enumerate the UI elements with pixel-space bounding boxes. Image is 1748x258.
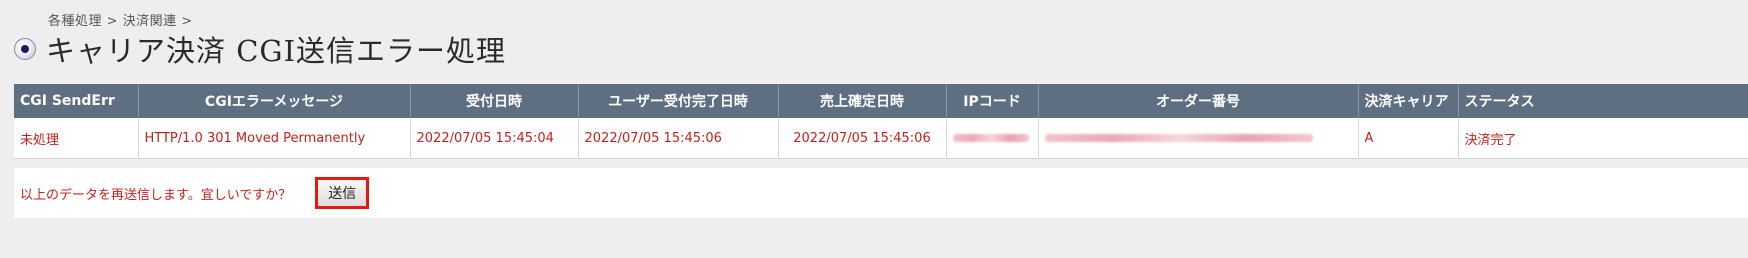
header-status: ステータス <box>1458 84 1748 118</box>
error-table: CGI SendErr CGIエラーメッセージ 受付日時 ユーザー受付完了日時 … <box>14 84 1748 159</box>
cell-sales-confirmed-at: 2022/07/05 15:45:06 <box>778 118 947 159</box>
header-user-completed-at: ユーザー受付完了日時 <box>578 84 779 118</box>
table-container: CGI SendErr CGIエラーメッセージ 受付日時 ユーザー受付完了日時 … <box>14 84 1748 159</box>
cell-cgi-senderr: 未処理 <box>14 118 139 159</box>
table-header-row: CGI SendErr CGIエラーメッセージ 受付日時 ユーザー受付完了日時 … <box>14 84 1748 118</box>
table-row: 未処理 HTTP/1.0 301 Moved Permanently 2022/… <box>14 118 1748 159</box>
title-row: キャリア決済 CGI送信エラー処理 <box>14 28 506 70</box>
cell-received-at: 2022/07/05 15:45:04 <box>410 118 579 159</box>
redacted-ip-code <box>952 134 1029 142</box>
header-sales-confirmed-at: 売上確定日時 <box>778 84 947 118</box>
header-received-at: 受付日時 <box>410 84 579 118</box>
header-order-number: オーダー番号 <box>1038 84 1359 118</box>
cell-ip-code <box>946 118 1039 159</box>
header-cgi-error-message: CGIエラーメッセージ <box>138 84 411 118</box>
confirm-row: 以上のデータを再送信します。宜しいですか？ 送信 <box>14 168 1748 218</box>
breadcrumb: 各種処理 > 決済関連 > <box>48 14 193 29</box>
cell-status: 決済完了 <box>1458 118 1748 159</box>
cell-carrier: A <box>1358 118 1459 159</box>
cell-order-number <box>1038 118 1359 159</box>
cell-cgi-error-message: HTTP/1.0 301 Moved Permanently <box>138 118 411 159</box>
redacted-order-number <box>1044 134 1313 142</box>
cell-user-completed-at: 2022/07/05 15:45:06 <box>578 118 779 159</box>
header-cgi-senderr: CGI SendErr <box>14 84 139 118</box>
confirm-message: 以上のデータを再送信します。宜しいですか？ <box>20 187 292 203</box>
header-ip-code: IPコード <box>946 84 1039 118</box>
bullet-icon <box>14 38 36 60</box>
send-button[interactable]: 送信 <box>315 177 370 209</box>
page-title: キャリア決済 CGI送信エラー処理 <box>46 34 507 68</box>
header-carrier: 決済キャリア <box>1358 84 1459 118</box>
